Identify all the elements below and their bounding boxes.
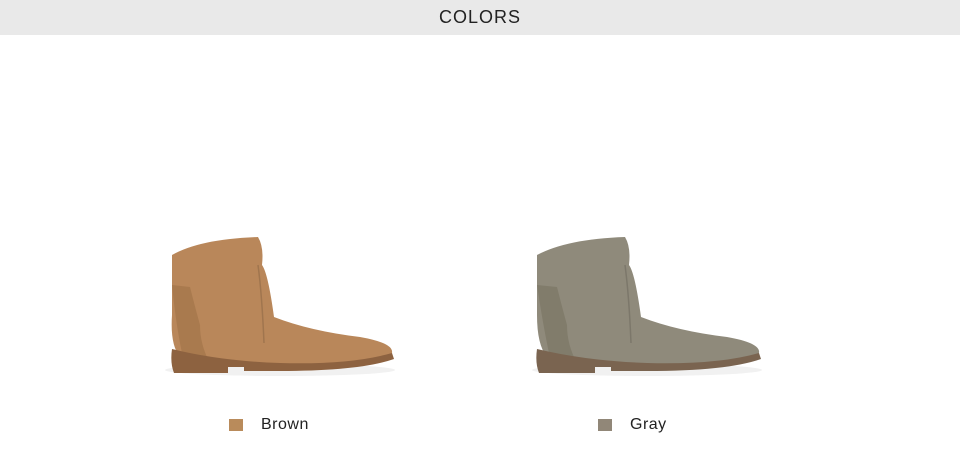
ankle-boot-icon bbox=[532, 237, 762, 376]
color-swatch bbox=[598, 419, 612, 431]
product-image-gray[interactable] bbox=[527, 225, 777, 385]
color-option-gray[interactable]: Gray bbox=[598, 414, 667, 436]
colors-header: COLORS bbox=[0, 0, 960, 35]
color-option-brown[interactable]: Brown bbox=[229, 414, 309, 436]
product-image-brown[interactable] bbox=[160, 225, 410, 385]
color-swatch bbox=[229, 419, 243, 431]
color-label: Gray bbox=[630, 416, 667, 433]
color-label: Brown bbox=[261, 416, 309, 433]
page-title: COLORS bbox=[438, 7, 522, 27]
ankle-boot-icon bbox=[165, 237, 395, 376]
